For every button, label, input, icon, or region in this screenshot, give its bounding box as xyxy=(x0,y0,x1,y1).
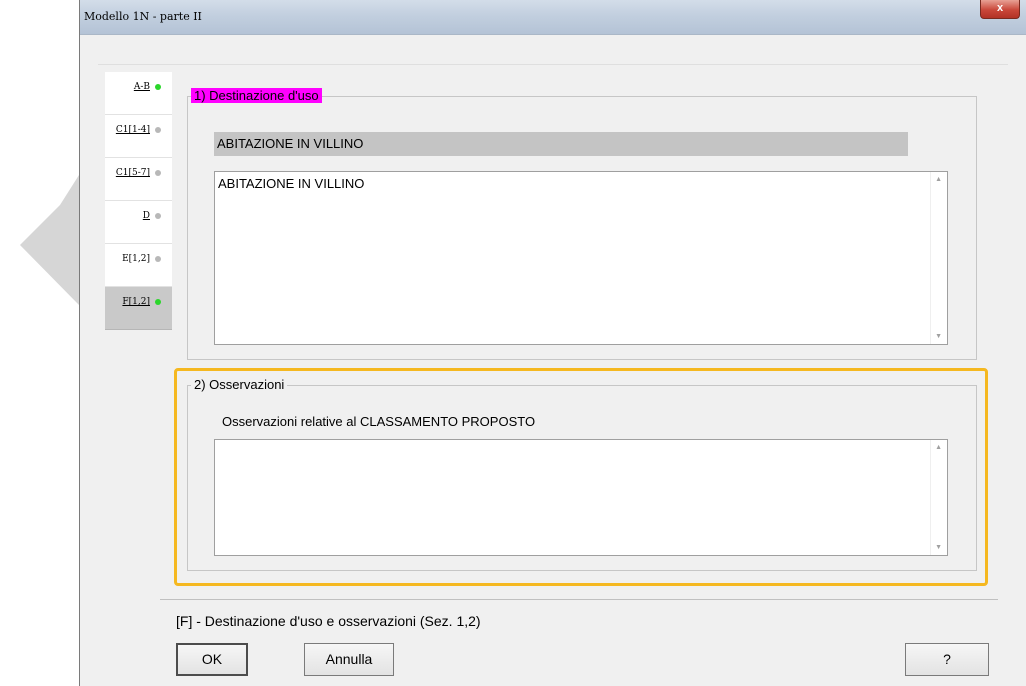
osservazioni-label: Osservazioni relative al CLASSAMENTO PRO… xyxy=(222,414,536,429)
destinazione-uso-text: ABITAZIONE IN VILLINO xyxy=(218,176,365,191)
tab-label: C1[1-4] xyxy=(115,125,150,135)
tab-a-b[interactable]: A-B xyxy=(105,72,172,115)
destinazione-uso-legend: 1) Destinazione d'uso xyxy=(191,88,322,103)
footer-divider xyxy=(160,599,998,600)
status-dot-icon xyxy=(155,170,161,176)
scroll-up-icon[interactable]: ▲ xyxy=(935,444,942,451)
tab-e-1-2[interactable]: E[1,2] xyxy=(105,244,172,287)
title-bar[interactable]: Modello 1N - parte II x xyxy=(80,0,1026,35)
dialog-window: Modello 1N - parte II x A-B C1[1-4] C1[5… xyxy=(79,0,1026,686)
destinazione-uso-field: ABITAZIONE IN VILLINO xyxy=(214,132,908,156)
status-dot-icon xyxy=(155,213,161,219)
tab-f-1-2[interactable]: F[1,2] xyxy=(105,287,172,330)
destinazione-uso-textarea[interactable]: ABITAZIONE IN VILLINO ▲ ▼ xyxy=(214,171,948,345)
tab-label: E[1,2] xyxy=(122,254,150,264)
tab-label: D xyxy=(142,211,150,221)
textarea-scrollbar[interactable]: ▲ ▼ xyxy=(930,172,947,344)
tab-d[interactable]: D xyxy=(105,201,172,244)
tab-c1-5-7[interactable]: C1[5-7] xyxy=(105,158,172,201)
textarea-scrollbar[interactable]: ▲ ▼ xyxy=(930,440,947,555)
close-icon: x xyxy=(996,2,1004,14)
tab-label: A-B xyxy=(133,82,150,92)
ok-button[interactable]: OK xyxy=(176,643,248,676)
close-button[interactable]: x xyxy=(980,0,1020,19)
status-dot-icon xyxy=(155,127,161,133)
tab-c1-1-4[interactable]: C1[1-4] xyxy=(105,115,172,158)
status-dot-icon xyxy=(155,84,161,90)
tab-label: F[1,2] xyxy=(122,297,150,307)
scroll-down-icon[interactable]: ▼ xyxy=(935,333,942,340)
help-button[interactable]: ? xyxy=(905,643,989,676)
section-description: [F] - Destinazione d'uso e osservazioni … xyxy=(176,613,481,629)
scroll-down-icon[interactable]: ▼ xyxy=(935,544,942,551)
section-tabs: A-B C1[1-4] C1[5-7] D E[1,2] F[1,2] xyxy=(105,72,172,330)
osservazioni-legend: 2) Osservazioni xyxy=(191,377,288,392)
status-dot-icon xyxy=(155,299,161,305)
cancel-button[interactable]: Annulla xyxy=(304,643,394,676)
header-divider xyxy=(98,64,1008,65)
tab-label: C1[5-7] xyxy=(115,168,150,178)
scroll-up-icon[interactable]: ▲ xyxy=(935,176,942,183)
status-dot-icon xyxy=(155,256,161,262)
osservazioni-textarea[interactable]: ▲ ▼ xyxy=(214,439,948,556)
window-title: Modello 1N - parte II xyxy=(84,10,202,23)
